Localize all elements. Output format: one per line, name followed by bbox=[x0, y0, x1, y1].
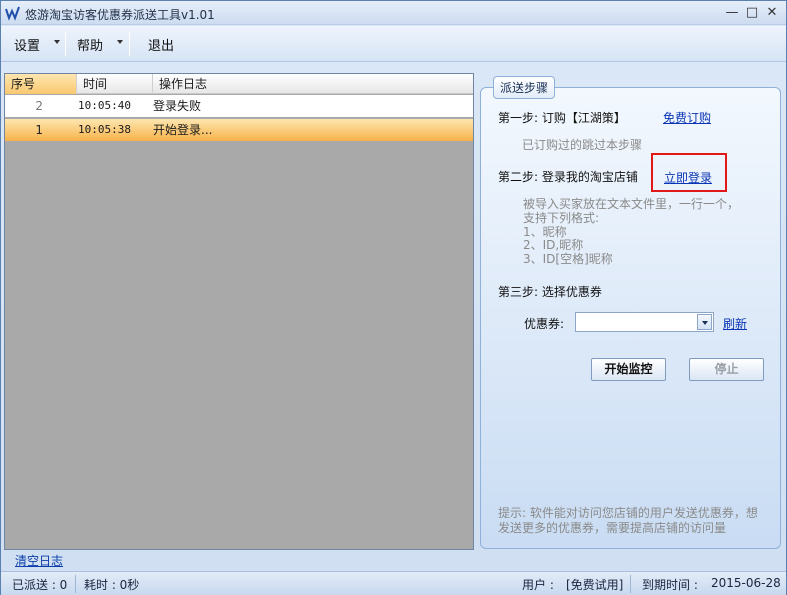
log-row[interactable]: 2 10:05:40 登录失败 bbox=[5, 95, 473, 117]
elapsed-time: 耗时 : 0秒 bbox=[84, 578, 140, 592]
chevron-down-icon bbox=[702, 321, 708, 325]
start-monitor-button[interactable]: 开始监控 bbox=[591, 358, 666, 381]
log-row-message: 登录失败 bbox=[153, 99, 202, 113]
menu-bar: 设置 帮助 退出 bbox=[1, 26, 786, 62]
status-separator bbox=[630, 575, 631, 593]
menu-exit[interactable]: 退出 bbox=[148, 35, 174, 54]
user-label: 用户 : bbox=[522, 578, 554, 592]
title-bar: 悠游淘宝访客优惠券派送工具v1.01 — □ ✕ bbox=[1, 1, 786, 25]
status-separator bbox=[75, 575, 76, 593]
sent-count: 已派送 : 0 bbox=[12, 578, 68, 592]
menu-separator bbox=[65, 32, 66, 56]
step1-label: 第一步: 订购【江湖策】 bbox=[498, 111, 626, 125]
refresh-link[interactable]: 刷新 bbox=[723, 315, 747, 332]
window-title: 悠游淘宝访客优惠券派送工具v1.01 bbox=[25, 8, 215, 22]
log-list[interactable]: 序号 时间 操作日志 2 10:05:40 登录失败 1 10:05:38 开始… bbox=[4, 73, 474, 550]
coupon-select[interactable] bbox=[575, 312, 714, 332]
column-header-log[interactable]: 操作日志 bbox=[153, 74, 473, 94]
user-value: [免费试用] bbox=[566, 578, 624, 592]
step2-label: 第二步: 登录我的淘宝店铺 bbox=[498, 170, 638, 184]
minimize-button[interactable]: — bbox=[721, 4, 743, 22]
log-row-selected[interactable]: 1 10:05:38 开始登录... bbox=[5, 119, 473, 141]
step1-hint: 已订购过的跳过本步骤 bbox=[522, 138, 643, 152]
coupon-dropdown-button[interactable] bbox=[697, 314, 712, 330]
log-row-time: 10:05:38 bbox=[78, 123, 131, 136]
expire-label: 到期时间 : bbox=[642, 578, 698, 592]
menu-separator bbox=[129, 32, 130, 56]
log-row-no: 2 bbox=[35, 99, 43, 113]
stop-button[interactable]: 停止 bbox=[689, 358, 764, 381]
settings-dropdown-icon[interactable] bbox=[54, 40, 60, 44]
help-dropdown-icon[interactable] bbox=[117, 40, 123, 44]
menu-settings[interactable]: 设置 bbox=[14, 35, 40, 54]
app-logo-icon bbox=[5, 6, 20, 21]
menu-help[interactable]: 帮助 bbox=[77, 35, 103, 54]
close-button[interactable]: ✕ bbox=[761, 4, 783, 22]
log-row-time: 10:05:40 bbox=[78, 99, 131, 112]
log-row-no: 1 bbox=[35, 123, 43, 137]
login-highlight-box bbox=[651, 153, 727, 192]
log-header: 序号 时间 操作日志 bbox=[5, 74, 473, 94]
log-row-message: 开始登录... bbox=[153, 123, 213, 137]
step3-label: 第三步: 选择优惠券 bbox=[498, 285, 602, 299]
tip-line: 发送更多的优惠券，需要提高店铺的访问量 bbox=[498, 521, 727, 535]
expire-value: 2015-06-28 bbox=[711, 576, 781, 590]
status-bar: 已派送 : 0 耗时 : 0秒 用户 : [免费试用] 到期时间 : 2015-… bbox=[1, 571, 786, 595]
column-header-no[interactable]: 序号 bbox=[5, 74, 77, 94]
clear-log-link[interactable]: 清空日志 bbox=[15, 552, 63, 569]
coupon-label: 优惠券: bbox=[524, 317, 565, 331]
free-subscribe-link[interactable]: 免费订购 bbox=[663, 109, 711, 126]
column-header-time[interactable]: 时间 bbox=[77, 74, 153, 94]
steps-group-title: 派送步骤 bbox=[493, 76, 556, 99]
maximize-button[interactable]: □ bbox=[741, 4, 763, 22]
app-window: 悠游淘宝访客优惠券派送工具v1.01 — □ ✕ 设置 帮助 退出 序号 时间 … bbox=[0, 0, 787, 595]
import-hint-line: 3、ID[空格]昵称 bbox=[523, 252, 613, 266]
